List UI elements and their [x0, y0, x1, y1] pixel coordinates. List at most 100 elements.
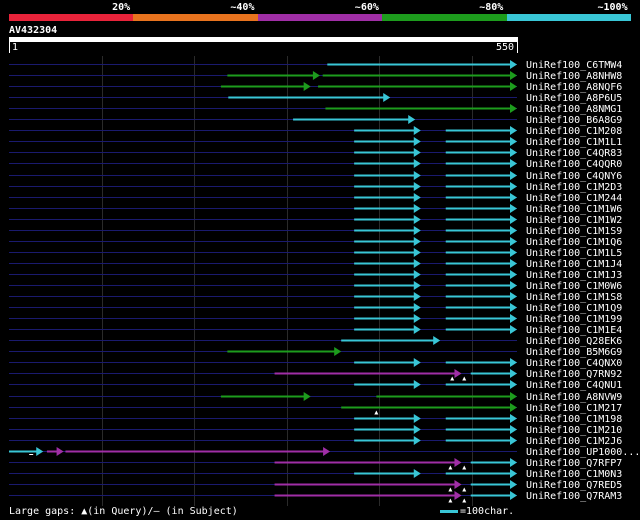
- hit-arrowhead: [413, 159, 421, 168]
- query-gap-marker: [462, 498, 467, 503]
- hit-label: UniRef100_A8NHW8: [526, 71, 622, 82]
- hit-label: UniRef100_Q7RFP7: [526, 458, 622, 469]
- hit-arrowhead: [413, 414, 421, 423]
- hit-arrowhead: [413, 358, 421, 367]
- hit-arrowhead: [510, 182, 517, 191]
- hit-arrowhead: [510, 215, 517, 224]
- hit-arrowhead: [510, 259, 517, 268]
- hit-label: UniRef100_C1M1J3: [526, 270, 622, 281]
- hit-arrowhead: [510, 204, 517, 213]
- hit-arrowhead: [383, 93, 391, 102]
- hit-label: UniRef100_C4QNX0: [526, 358, 622, 369]
- hit-arrowhead: [408, 115, 416, 124]
- query-gap-marker: [462, 487, 467, 492]
- hit-label: UniRef100_B5M6G9: [526, 347, 622, 358]
- hit-arrowhead: [413, 182, 421, 191]
- hit-arrowhead: [413, 148, 421, 157]
- query-start-label: 1: [12, 42, 19, 53]
- hit-label: UniRef100_C1M0W6: [526, 281, 622, 292]
- hit-arrowhead: [413, 270, 421, 279]
- hit-arrowhead: [413, 425, 421, 434]
- hit-arrowhead: [510, 292, 517, 301]
- query-scale-tick-start: [9, 37, 10, 53]
- hit-label: UniRef100_C1M1L1: [526, 137, 622, 148]
- hit-arrowhead: [413, 126, 421, 135]
- identity-legend-label: ~40%: [230, 2, 255, 13]
- hit-arrowhead: [510, 491, 517, 500]
- query-gap-marker: [448, 498, 453, 503]
- hit-arrowhead: [312, 71, 320, 80]
- hit-arrowhead: [510, 60, 517, 69]
- hit-label: UniRef100_C4QR83: [526, 148, 622, 159]
- hit-arrowhead: [510, 71, 517, 80]
- hit-arrowhead: [413, 137, 421, 146]
- hit-label: UniRef100_C1M1E4: [526, 325, 622, 336]
- hit-arrowhead: [303, 82, 311, 91]
- hit-arrowhead: [334, 347, 342, 356]
- hit-label: UniRef100_C1M1S9: [526, 226, 622, 237]
- hit-label: UniRef100_C1M2J6: [526, 436, 622, 447]
- hit-label: UniRef100_Q7RN92: [526, 369, 622, 380]
- hit-arrowhead: [510, 425, 517, 434]
- query-gap-marker: [374, 410, 379, 415]
- hit-label: UniRef100_C1M1W6: [526, 204, 622, 215]
- hit-arrowhead: [413, 380, 421, 389]
- query-scale-bar: [9, 37, 518, 42]
- identity-legend-swatch: [9, 14, 134, 21]
- hit-label: UniRef100_C4QQR0: [526, 159, 622, 170]
- hit-arrowhead: [510, 303, 517, 312]
- hit-arrowhead: [510, 325, 517, 334]
- hit-arrowhead: [510, 248, 517, 257]
- large-gaps-legend: Large gaps: ▲(in Query)/– (in Subject): [9, 506, 238, 517]
- hit-arrowhead: [413, 281, 421, 290]
- hit-arrowhead: [413, 193, 421, 202]
- hit-arrowhead: [510, 469, 517, 478]
- hit-arrowhead: [413, 436, 421, 445]
- identity-legend-label: ~60%: [354, 2, 379, 13]
- hit-arrowhead: [510, 237, 517, 246]
- hit-arrowhead: [36, 447, 44, 456]
- hit-arrowhead: [510, 159, 517, 168]
- hit-label: UniRef100_A8P6U5: [526, 93, 622, 104]
- hit-label: UniRef100_C1M1W2: [526, 215, 622, 226]
- hit-label: UniRef100_Q7RAM3: [526, 491, 622, 502]
- scale-legend-text: =100char.: [460, 506, 515, 517]
- hit-label: UniRef100_B6A8G9: [526, 115, 622, 126]
- identity-legend-swatch: [133, 14, 258, 21]
- hit-label: UniRef100_C1M1S8: [526, 292, 622, 303]
- scale-legend: =100char.: [440, 506, 514, 517]
- hit-arrowhead: [413, 248, 421, 257]
- hit-arrowhead: [413, 204, 421, 213]
- hit-label: UniRef100_C1M1L5: [526, 248, 622, 259]
- hit-arrowhead: [510, 436, 517, 445]
- hit-arrowhead: [510, 171, 517, 180]
- hit-arrowhead: [413, 314, 421, 323]
- hit-arrowhead: [413, 171, 421, 180]
- hit-label: UniRef100_A8NQF6: [526, 82, 622, 93]
- hit-arrowhead: [510, 148, 517, 157]
- hit-label: UniRef100_C1M1Q9: [526, 303, 622, 314]
- query-gap-marker: [462, 376, 467, 381]
- hit-arrowhead: [413, 325, 421, 334]
- hit-arrowhead: [510, 281, 517, 290]
- hit-arrowhead: [510, 226, 517, 235]
- hit-arrowhead: [413, 292, 421, 301]
- hit-arrowhead: [413, 469, 421, 478]
- hit-arrowhead: [510, 126, 517, 135]
- identity-legend-swatch: [506, 14, 631, 21]
- hit-label: UniRef100_C1M2D3: [526, 182, 622, 193]
- hit-arrowhead: [510, 358, 517, 367]
- hit-label: UniRef100_A8NMG1: [526, 104, 622, 115]
- query-scale-tick-end: [517, 37, 518, 53]
- hit-label: UniRef100_C1M210: [526, 425, 622, 436]
- hit-label: UniRef100_C1M244: [526, 193, 622, 204]
- hit-arrowhead: [510, 480, 517, 489]
- hit-label: UniRef100_C4QNU1: [526, 380, 622, 391]
- hit-label: UniRef100_C1M0N3: [526, 469, 622, 480]
- hit-label: UniRef100_C1M199: [526, 314, 622, 325]
- hit-arrowhead: [454, 369, 462, 378]
- hit-label: UniRef100_C1M217: [526, 403, 622, 414]
- scale-swatch: [440, 509, 458, 513]
- hit-arrowhead: [510, 104, 517, 113]
- hit-arrowhead: [413, 215, 421, 224]
